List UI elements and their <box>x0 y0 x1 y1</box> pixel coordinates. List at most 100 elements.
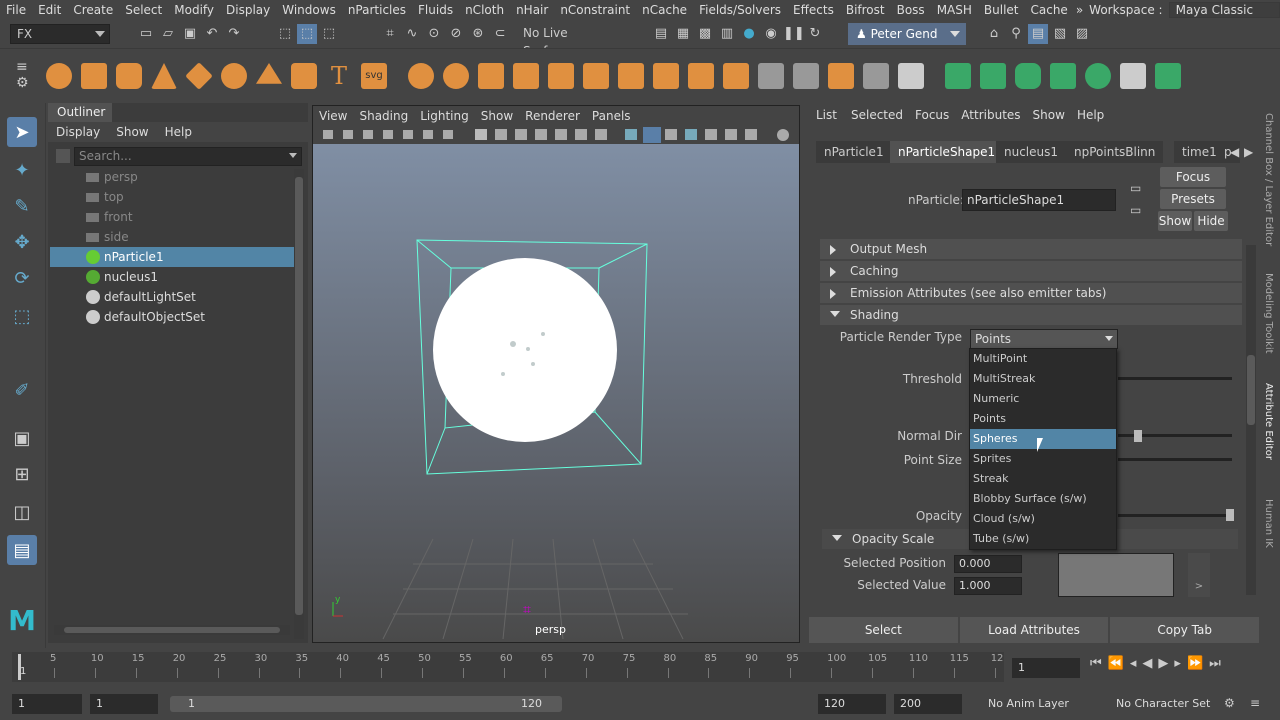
expand-ramp-button[interactable]: > <box>1188 553 1210 597</box>
section-shading[interactable]: Shading <box>820 305 1242 325</box>
shelf-menu-icon[interactable]: ≡ ⚙ <box>16 59 29 91</box>
new-scene-icon[interactable]: ▭ <box>136 24 156 44</box>
opacity-slider-handle[interactable] <box>1226 509 1234 521</box>
scrollbar-thumb[interactable] <box>64 627 280 633</box>
snap-curve-icon[interactable]: ∿ <box>402 24 422 44</box>
step-back-frame-icon[interactable]: ◂ <box>1130 656 1137 678</box>
menu-windows[interactable]: Windows <box>276 0 342 20</box>
outliner-search-input[interactable]: Search... <box>74 147 302 166</box>
particle-render-type-select[interactable]: Points <box>970 329 1118 349</box>
viewport-menu-panels[interactable]: Panels <box>586 106 637 126</box>
copy-tab-button[interactable]: Copy Tab <box>1110 617 1260 643</box>
menu-file[interactable]: File <box>0 0 32 20</box>
outliner-menu-show[interactable]: Show <box>108 122 156 142</box>
bevel-icon[interactable] <box>618 63 644 89</box>
modeling-toolkit-icon[interactable]: ⌂ <box>984 24 1004 44</box>
menu-bifrost[interactable]: Bifrost <box>840 0 891 20</box>
combine-icon[interactable] <box>408 63 434 89</box>
viewport-menu-view[interactable]: View <box>313 106 353 126</box>
select-hierarchy-icon[interactable]: ⬚ <box>275 24 295 44</box>
outliner-vertical-scrollbar[interactable] <box>294 169 304 639</box>
threshold-slider[interactable] <box>1118 377 1232 380</box>
snap-magnet-icon[interactable]: ⊂ <box>490 24 510 44</box>
tab-nppointsblinn[interactable]: npPointsBlinn <box>1066 141 1164 163</box>
plane-icon[interactable] <box>185 62 213 90</box>
viewport-menu-show[interactable]: Show <box>475 106 519 126</box>
dropdown-option-spheres[interactable]: Spheres <box>970 429 1116 449</box>
ae-menu-list[interactable]: List <box>808 105 845 125</box>
channel-box-icon[interactable]: ▨ <box>1072 24 1092 44</box>
go-input-icon[interactable]: ▭ <box>1130 181 1141 195</box>
scale-tool-icon[interactable]: ⬚ <box>7 301 37 331</box>
cylinder-icon[interactable] <box>116 63 142 89</box>
fields-icon[interactable] <box>1085 63 1111 89</box>
select-button[interactable]: Select <box>809 617 958 643</box>
sphere-icon[interactable] <box>46 63 72 89</box>
node-name-field[interactable]: nParticleShape1 <box>962 189 1116 211</box>
cube-icon[interactable] <box>81 63 107 89</box>
workspace-selector[interactable]: Maya Classic <box>1168 2 1280 18</box>
viewport-menu-renderer[interactable]: Renderer <box>519 106 586 126</box>
playblast-icon[interactable]: ↻ <box>805 24 825 44</box>
mirror-icon[interactable] <box>513 63 539 89</box>
dropdown-option-cloud[interactable]: Cloud (s/w) <box>970 509 1116 529</box>
ae-menu-show[interactable]: Show <box>1027 105 1071 125</box>
step-forward-frame-icon[interactable]: ▸ <box>1174 656 1181 678</box>
outliner-item-top[interactable]: top <box>50 187 294 207</box>
create-ncloth-icon[interactable] <box>980 63 1006 89</box>
render-frame-icon[interactable]: ▤ <box>651 24 671 44</box>
go-to-start-icon[interactable]: ⏮ <box>1090 656 1102 678</box>
menu-modify[interactable]: Modify <box>168 0 220 20</box>
ae-menu-selected[interactable]: Selected <box>845 105 909 125</box>
viewport-scene[interactable]: ⌗ y <box>313 144 799 642</box>
pipe-icon[interactable] <box>291 63 317 89</box>
section-emission-attributes[interactable]: Emission Attributes (see also emitter ta… <box>820 283 1242 303</box>
render-current-icon[interactable]: ▦ <box>673 24 693 44</box>
section-output-mesh[interactable]: Output Mesh <box>820 239 1242 259</box>
four-view-layout-icon[interactable]: ⊞ <box>7 459 37 489</box>
play-backward-icon[interactable]: ◀ <box>1142 656 1152 678</box>
playback-end-field[interactable]: 120 <box>818 694 886 714</box>
single-perspective-layout-icon[interactable]: ▣ <box>7 423 37 453</box>
dropdown-option-blobby-surface[interactable]: Blobby Surface (s/w) <box>970 489 1116 509</box>
hypershade-icon[interactable]: ● <box>739 24 759 44</box>
insert-edge-loop-icon[interactable] <box>688 63 714 89</box>
open-scene-icon[interactable]: ▱ <box>158 24 178 44</box>
freeze-transform-icon[interactable] <box>793 63 819 89</box>
tab-scroll-right-icon[interactable]: ▶ <box>1244 145 1253 159</box>
side-tab-channel-box[interactable]: Channel Box / Layer Editor <box>1263 113 1274 246</box>
scrollbar-thumb[interactable] <box>1247 355 1255 425</box>
menu-cache[interactable]: Cache <box>1024 0 1073 20</box>
scene-end-field[interactable]: 200 <box>894 694 962 714</box>
menu-display[interactable]: Display <box>220 0 276 20</box>
menu-edit[interactable]: Edit <box>32 0 67 20</box>
menu-more-icon[interactable]: » <box>1074 0 1085 20</box>
nconstraint-icon[interactable] <box>1155 63 1181 89</box>
dropdown-option-streak[interactable]: Streak <box>970 469 1116 489</box>
preferences-icon[interactable]: ≡ <box>1250 696 1260 710</box>
menu-effects[interactable]: Effects <box>787 0 840 20</box>
pause-icon[interactable]: ❚❚ <box>783 24 805 44</box>
viewport-toolbar-icons[interactable] <box>313 126 799 144</box>
snap-together-icon[interactable] <box>898 63 924 89</box>
outliner-item-nucleus1[interactable]: nucleus1 <box>50 267 294 287</box>
text-icon[interactable]: T <box>326 63 352 89</box>
dropdown-option-points[interactable]: Points <box>970 409 1116 429</box>
snap-view-icon[interactable]: ⊘ <box>446 24 466 44</box>
ipr-render-icon[interactable]: ▩ <box>695 24 715 44</box>
focus-button[interactable]: Focus <box>1160 167 1226 187</box>
ae-menu-attributes[interactable]: Attributes <box>955 105 1026 125</box>
snap-grid-icon[interactable]: ⌗ <box>380 24 400 44</box>
anim-layer-selector[interactable]: No Anim Layer <box>982 694 1110 714</box>
play-forward-icon[interactable]: ▶ <box>1158 656 1168 678</box>
viewport-menu-lighting[interactable]: Lighting <box>414 106 475 126</box>
ae-menu-focus[interactable]: Focus <box>909 105 955 125</box>
dropdown-option-tube[interactable]: Tube (s/w) <box>970 529 1116 549</box>
outliner-layout-icon[interactable]: ▤ <box>7 535 37 565</box>
viewport-menu-shading[interactable]: Shading <box>353 106 414 126</box>
snap-point-icon[interactable]: ⊙ <box>424 24 444 44</box>
opacity-ramp-graph[interactable] <box>1058 553 1174 597</box>
tab-nucleus1[interactable]: nucleus1 <box>996 141 1067 163</box>
dropdown-option-sprites[interactable]: Sprites <box>970 449 1116 469</box>
delete-history-icon[interactable] <box>863 63 889 89</box>
